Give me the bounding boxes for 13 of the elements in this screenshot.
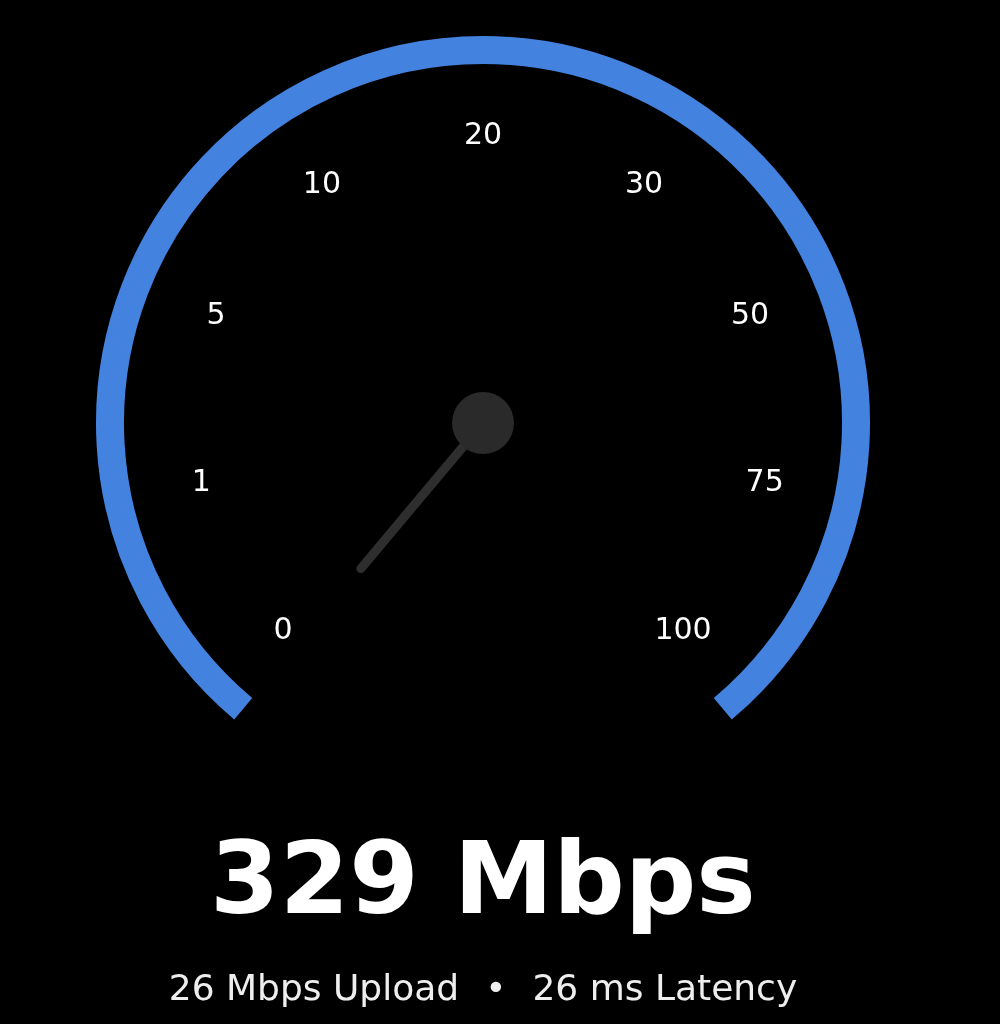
scale-label: 0 [273, 610, 293, 646]
scale-label: 75 [745, 463, 784, 499]
scale-label: 30 [624, 164, 664, 200]
scale-label: 5 [206, 295, 226, 331]
separator-dot: • [485, 967, 507, 1008]
latency: 26 ms Latency [532, 967, 798, 1008]
scale-label: 1 [191, 463, 211, 499]
upload-speed: 26 Mbps Upload [168, 967, 460, 1008]
download-speed: 329 Mbps [209, 819, 757, 939]
scale-label: 50 [730, 295, 770, 331]
scale-label: 100 [654, 610, 712, 646]
scale-label: 20 [463, 115, 503, 151]
scale-label: 10 [302, 164, 342, 200]
